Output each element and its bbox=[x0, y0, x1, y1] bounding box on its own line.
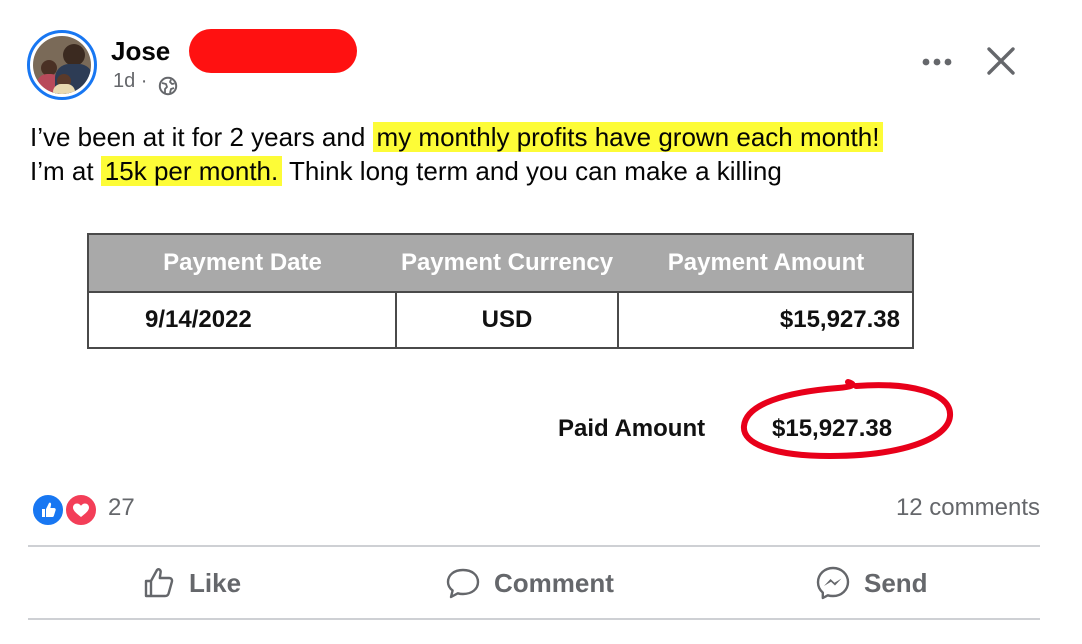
love-reaction-icon[interactable] bbox=[64, 493, 98, 527]
highlighted-text: 15k per month. bbox=[100, 156, 283, 186]
header-payment-currency: Payment Currency bbox=[400, 249, 614, 276]
like-label: Like bbox=[189, 567, 242, 598]
avatar[interactable] bbox=[27, 30, 97, 100]
cell-payment-currency: USD bbox=[481, 306, 533, 333]
close-icon[interactable] bbox=[984, 44, 1018, 78]
like-reaction-icon[interactable] bbox=[31, 493, 65, 527]
like-button[interactable]: Like bbox=[141, 560, 241, 606]
like-icon bbox=[144, 568, 174, 598]
header-payment-date: Payment Date bbox=[163, 249, 322, 276]
post-text-part: I’ve been at it for 2 years and bbox=[30, 122, 373, 152]
divider bbox=[28, 618, 1040, 620]
header-payment-amount: Payment Amount bbox=[667, 249, 865, 276]
comment-label: Comment bbox=[494, 567, 614, 598]
cell-payment-amount: $15,927.38 bbox=[779, 306, 900, 333]
author-name[interactable]: Jose bbox=[111, 36, 170, 67]
comment-button[interactable]: Comment bbox=[444, 560, 614, 606]
redaction-mark bbox=[189, 29, 357, 73]
globe-icon bbox=[158, 76, 178, 96]
paid-amount-label: Paid Amount bbox=[558, 415, 706, 442]
post-text: I’ve been at it for 2 years and my month… bbox=[30, 120, 1050, 188]
send-label: Send bbox=[864, 567, 928, 598]
messenger-icon bbox=[816, 566, 850, 600]
comment-icon bbox=[446, 568, 480, 599]
divider bbox=[28, 545, 1040, 547]
reaction-count[interactable]: 27 bbox=[108, 494, 135, 522]
payment-table: Payment Date Payment Currency Payment Am… bbox=[87, 233, 914, 349]
send-button[interactable]: Send bbox=[814, 560, 928, 606]
red-circle-annotation bbox=[741, 379, 953, 460]
cell-payment-date: 9/14/2022 bbox=[145, 306, 252, 333]
comments-count[interactable]: 12 comments bbox=[896, 494, 1040, 522]
post-text-part: I’m at bbox=[30, 156, 101, 186]
facebook-post: Jose 1d · I’ve been at it for 2 years an… bbox=[0, 0, 1082, 644]
highlighted-text: my monthly profits have grown each month… bbox=[372, 122, 884, 152]
more-icon[interactable] bbox=[919, 50, 955, 74]
post-timestamp[interactable]: 1d · bbox=[113, 70, 147, 93]
payment-table-header: Payment Date Payment Currency Payment Am… bbox=[89, 235, 912, 293]
avatar-photo bbox=[33, 36, 91, 94]
post-text-part: Think long term and you can make a killi… bbox=[282, 156, 782, 186]
